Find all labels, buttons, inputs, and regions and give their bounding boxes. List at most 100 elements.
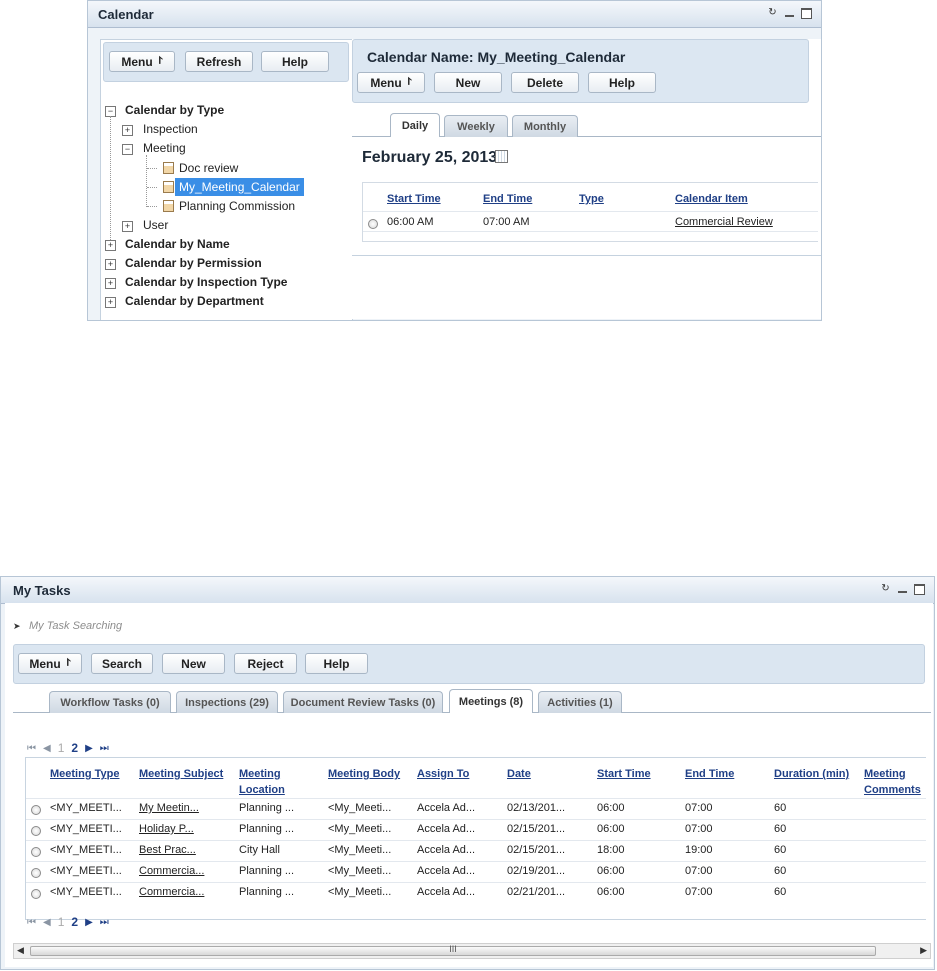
- tree-node-planning-commission[interactable]: Planning Commission: [179, 197, 295, 215]
- first-page-icon[interactable]: ⏮: [27, 917, 36, 928]
- tree-node-calendar-by-permission[interactable]: Calendar by Permission: [125, 254, 262, 272]
- tab-meetings[interactable]: Meetings (8): [449, 689, 533, 713]
- expand-icon[interactable]: +: [105, 240, 116, 251]
- cell-meeting-subject-link[interactable]: My Meetin...: [139, 800, 199, 816]
- column-meeting-comments[interactable]: Meeting Comments: [864, 766, 921, 798]
- row-select-radio[interactable]: [31, 868, 41, 878]
- refresh-icon[interactable]: ↻: [879, 583, 892, 595]
- column-meeting-subject[interactable]: Meeting Subject: [139, 766, 223, 782]
- delete-button[interactable]: Delete: [511, 72, 579, 93]
- prev-page-icon[interactable]: ◀: [43, 743, 51, 754]
- horizontal-scrollbar[interactable]: ◀ III ▶: [13, 943, 931, 959]
- expand-icon[interactable]: +: [105, 259, 116, 270]
- tab-weekly[interactable]: Weekly: [444, 115, 508, 137]
- tree-node-doc-review[interactable]: Doc review: [179, 159, 238, 177]
- column-start-time[interactable]: Start Time: [597, 766, 651, 782]
- column-meeting-body[interactable]: Meeting Body: [328, 766, 400, 782]
- calendar-panel: Calendar ↻ Menu ⨡ Refresh Help − Calendar…: [87, 0, 822, 321]
- column-start-time[interactable]: Start Time: [387, 191, 441, 207]
- tree-node-inspection[interactable]: Inspection: [143, 120, 198, 138]
- expand-icon[interactable]: +: [122, 125, 133, 136]
- new-task-button[interactable]: New: [162, 653, 225, 674]
- table-row[interactable]: <MY_MEETI... Best Prac... City Hall <My_…: [26, 841, 926, 861]
- calendar-detail-help-button[interactable]: Help: [588, 72, 656, 93]
- tree-node-user[interactable]: User: [143, 216, 168, 234]
- tree-node-calendar-by-inspection-type[interactable]: Calendar by Inspection Type: [125, 273, 287, 291]
- tab-document-review-tasks[interactable]: Document Review Tasks (0): [283, 691, 443, 713]
- row-select-radio[interactable]: [31, 805, 41, 815]
- row-select-radio[interactable]: [368, 219, 378, 229]
- tree-node-calendar-by-type[interactable]: Calendar by Type: [125, 101, 224, 119]
- new-calendar-button[interactable]: New: [434, 72, 502, 93]
- cell-meeting-subject-link[interactable]: Best Prac...: [139, 842, 196, 858]
- table-row[interactable]: <MY_MEETI... My Meetin... Planning ... <…: [26, 799, 926, 819]
- row-select-radio[interactable]: [31, 889, 41, 899]
- cell-meeting-subject-link[interactable]: Commercia...: [139, 884, 204, 900]
- tab-daily[interactable]: Daily: [390, 113, 440, 137]
- tree-node-meeting[interactable]: Meeting: [143, 139, 186, 157]
- page-link-current[interactable]: 2: [71, 915, 78, 929]
- last-page-icon[interactable]: ⏭: [100, 917, 109, 928]
- minimize-icon[interactable]: [783, 7, 796, 19]
- calendar-title: Calendar: [98, 7, 154, 22]
- calendar-menu-button[interactable]: Menu ⨡: [109, 51, 175, 72]
- page-link[interactable]: 1: [58, 915, 65, 929]
- tree-node-calendar-by-name[interactable]: Calendar by Name: [125, 235, 230, 253]
- table-row[interactable]: <MY_MEETI... Commercia... Planning ... <…: [26, 883, 926, 903]
- page-link[interactable]: 1: [58, 741, 65, 755]
- column-end-time[interactable]: End Time: [685, 766, 734, 782]
- column-calendar-item[interactable]: Calendar Item: [675, 191, 748, 207]
- calendar-titlebar: Calendar ↻: [88, 1, 821, 28]
- row-select-radio[interactable]: [31, 847, 41, 857]
- expand-icon[interactable]: +: [122, 221, 133, 232]
- tree-node-calendar-by-department[interactable]: Calendar by Department: [125, 292, 264, 310]
- column-date[interactable]: Date: [507, 766, 531, 782]
- table-row[interactable]: <MY_MEETI... Holiday P... Planning ... <…: [26, 820, 926, 840]
- column-meeting-type[interactable]: Meeting Type: [50, 766, 119, 782]
- maximize-icon[interactable]: [913, 583, 926, 595]
- cell-meeting-subject-link[interactable]: Commercia...: [139, 863, 204, 879]
- tasks-help-button[interactable]: Help: [305, 653, 368, 674]
- tree-node-my-meeting-calendar[interactable]: My_Meeting_Calendar: [175, 178, 304, 196]
- cell-meeting-subject-link[interactable]: Holiday P...: [139, 821, 194, 837]
- refresh-icon[interactable]: ↻: [766, 7, 779, 19]
- last-page-icon[interactable]: ⏭: [100, 743, 109, 754]
- refresh-button[interactable]: Refresh: [185, 51, 253, 72]
- table-row[interactable]: <MY_MEETI... Commercia... Planning ... <…: [26, 862, 926, 882]
- cell-date: 02/15/201...: [507, 823, 566, 835]
- column-duration[interactable]: Duration (min): [774, 766, 849, 782]
- cell-date: 02/19/201...: [507, 865, 566, 877]
- column-assign-to[interactable]: Assign To: [417, 766, 469, 782]
- next-page-icon[interactable]: ▶: [85, 743, 93, 754]
- scroll-left-icon[interactable]: ◀: [17, 945, 24, 956]
- prev-page-icon[interactable]: ◀: [43, 917, 51, 928]
- maximize-icon[interactable]: [800, 7, 813, 19]
- task-search-toggle[interactable]: My Task Searching: [29, 620, 122, 632]
- column-end-time[interactable]: End Time: [483, 191, 532, 207]
- column-meeting-location[interactable]: Meeting Location: [239, 766, 285, 798]
- expand-arrow-icon[interactable]: ➤: [13, 621, 21, 632]
- date-picker-icon[interactable]: [495, 150, 508, 163]
- collapse-icon[interactable]: −: [122, 144, 133, 155]
- expand-icon[interactable]: +: [105, 278, 116, 289]
- reject-button[interactable]: Reject: [234, 653, 297, 674]
- scrollbar-thumb[interactable]: III: [30, 944, 876, 956]
- next-page-icon[interactable]: ▶: [85, 917, 93, 928]
- calendar-detail-menu-button[interactable]: Menu ⨡: [357, 72, 425, 93]
- tab-inspections[interactable]: Inspections (29): [176, 691, 278, 713]
- search-button[interactable]: Search: [91, 653, 153, 674]
- tree-guide-line: [147, 168, 157, 169]
- calendar-help-button[interactable]: Help: [261, 51, 329, 72]
- expand-icon[interactable]: +: [105, 297, 116, 308]
- first-page-icon[interactable]: ⏮: [27, 743, 36, 754]
- tasks-menu-button[interactable]: Menu ⨡: [18, 653, 82, 674]
- tab-monthly[interactable]: Monthly: [512, 115, 578, 137]
- tab-workflow-tasks[interactable]: Workflow Tasks (0): [49, 691, 171, 713]
- cell-calendar-item-link[interactable]: Commercial Review: [675, 214, 773, 230]
- minimize-icon[interactable]: [896, 583, 909, 595]
- scroll-right-icon[interactable]: ▶: [920, 945, 927, 956]
- row-select-radio[interactable]: [31, 826, 41, 836]
- page-link-current[interactable]: 2: [71, 741, 78, 755]
- tab-activities[interactable]: Activities (1): [538, 691, 622, 713]
- column-type[interactable]: Type: [579, 191, 604, 207]
